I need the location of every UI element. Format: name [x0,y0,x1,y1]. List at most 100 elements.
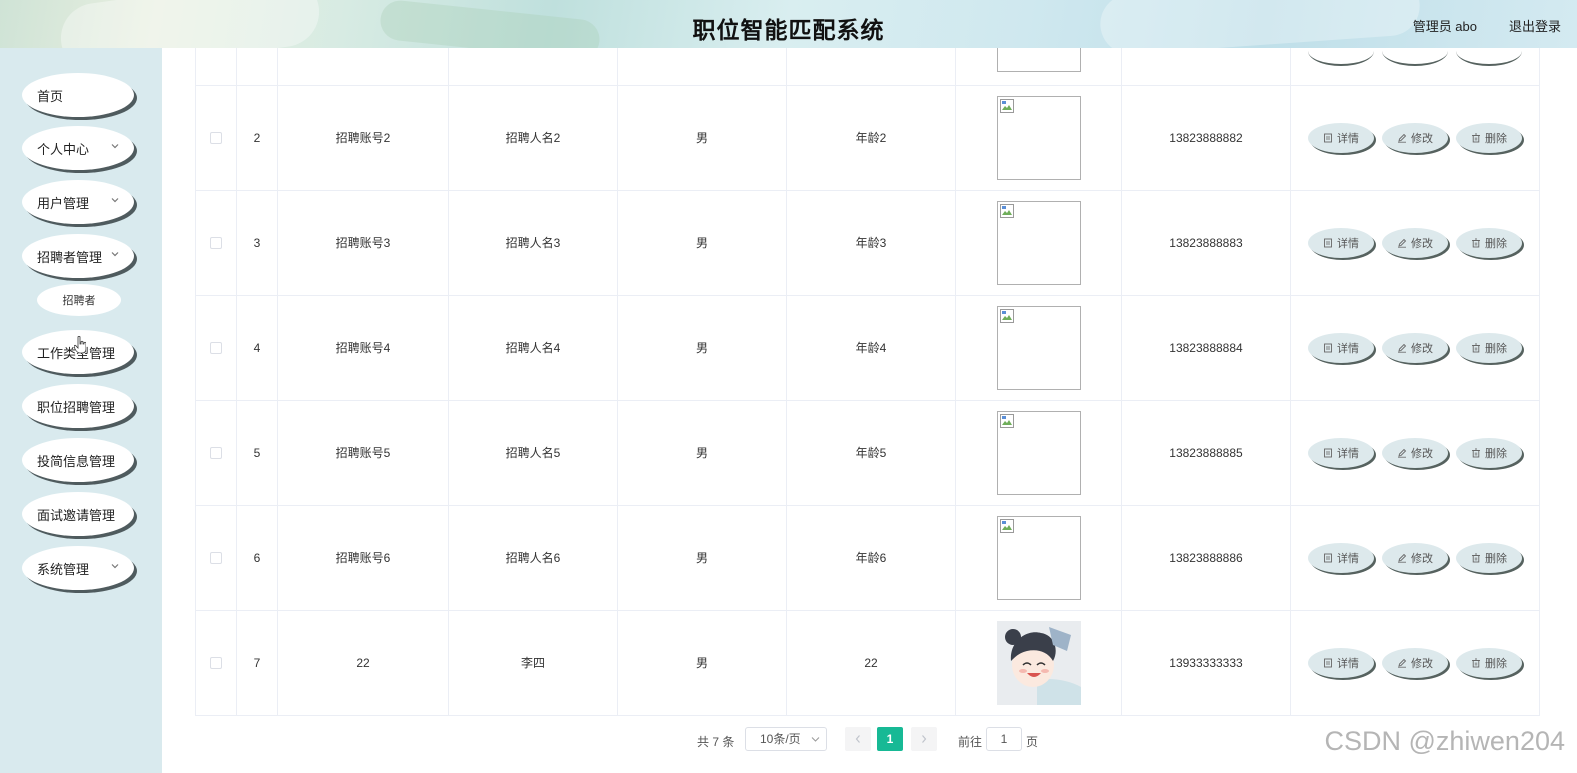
delete-label: 删除 [1485,342,1507,355]
sidebar-item-label: 职位招聘管理 [37,399,116,415]
trash-icon [1472,553,1480,562]
sidebar-item-recruiter-management[interactable]: 招聘者管理 [22,234,134,278]
photo-thumbnail [996,620,1081,705]
table-row: 4 招聘账号4 招聘人名4 男年龄4 13823888884 详情 修改 删除 [195,294,1540,401]
trash-icon [1472,133,1480,142]
cell-age: 年龄3 [786,189,956,296]
cell-gender: 男 [617,84,787,191]
detail-label: 详情 [1337,657,1359,670]
detail-button[interactable]: 详情 [1308,332,1374,363]
cell-phone: 13823888883 [1121,189,1291,296]
table-row: 2 招聘账号2 招聘人名2 男年龄2 13823888882 详情 修改 删除 [195,84,1540,191]
edit-icon [1398,343,1407,353]
page-size-value: 10条/页 [760,732,801,746]
broken-image-icon [999,518,1014,533]
sidebar-item-home[interactable]: 首页 [22,73,134,117]
sidebar: 首页 个人中心 用户管理 招聘者管理 招聘者 工作类型管理 职位招聘管理 投简信… [0,48,162,773]
sidebar-item-label: 用户管理 [37,195,90,211]
sidebar-item-interview-invitation-management[interactable]: 面试邀请管理 [22,492,134,536]
page-suffix-label: 页 [1026,735,1039,749]
cell-phone: 13823888882 [1121,84,1291,191]
document-icon [1324,238,1332,247]
cell-index: 4 [236,294,278,401]
detail-button[interactable]: 详情 [1308,227,1374,258]
row-checkbox[interactable] [210,447,222,460]
trash-icon [1472,343,1480,352]
row-checkbox[interactable] [210,132,222,145]
prev-page-button[interactable] [845,727,871,751]
cell-age: 年龄5 [786,399,956,506]
page-size-select[interactable]: 10条/页 [745,727,827,751]
edit-label: 修改 [1411,657,1433,670]
next-page-button[interactable] [911,727,937,751]
edit-label: 修改 [1411,342,1433,355]
delete-button[interactable]: 删除 [1456,122,1522,153]
photo-thumbnail [996,95,1081,180]
page-number-current[interactable]: 1 [877,727,903,751]
hand-cursor-icon [74,336,86,354]
delete-button[interactable]: 删除 [1456,332,1522,363]
broken-image-icon [999,98,1014,113]
sidebar-item-label: 招聘者管理 [37,249,103,265]
edit-button[interactable]: 修改 [1382,647,1448,678]
delete-label: 删除 [1485,132,1507,145]
row-checkbox[interactable] [210,552,222,565]
cell-phone: 13823888885 [1121,399,1291,506]
edit-label: 修改 [1411,237,1433,250]
sidebar-item-system-management[interactable]: 系统管理 [22,546,134,590]
detail-button[interactable]: 详情 [1308,437,1374,468]
broken-image-icon [999,413,1014,428]
document-icon [1324,448,1332,457]
photo-thumbnail [996,410,1081,495]
delete-button[interactable]: 删除 [1456,227,1522,258]
chevron-down-icon [111,144,119,149]
delete-label: 删除 [1485,657,1507,670]
logout-link[interactable]: 退出登录 [1509,16,1561,35]
photo-thumbnail [996,515,1081,600]
detail-label: 详情 [1337,237,1359,250]
row-checkbox[interactable] [210,237,222,250]
detail-button[interactable]: 详情 [1308,647,1374,678]
cell-age: 年龄2 [786,84,956,191]
row-actions: 详情 修改 删除 [1291,437,1539,468]
cell-index: 5 [236,399,278,506]
row-actions: 详情 修改 删除 [1291,542,1539,573]
cell-age: 22 [786,609,956,716]
cell-gender: 男 [617,294,787,401]
cell-name: 招聘人名5 [448,399,618,506]
avatar-image [996,620,1081,705]
detail-label: 详情 [1337,447,1359,460]
row-checkbox[interactable] [210,342,222,355]
data-table: 2 招聘账号2 招聘人名2 男年龄2 13823888882 详情 修改 删除 3 招聘账号3 招聘… [195,48,1540,716]
submenu-item-recruiter[interactable]: 招聘者 [37,284,121,316]
delete-button[interactable]: 删除 [1456,647,1522,678]
document-icon [1324,658,1332,667]
edit-button[interactable]: 修改 [1382,437,1448,468]
edit-button[interactable]: 修改 [1382,332,1448,363]
row-checkbox[interactable] [210,657,222,670]
trash-icon [1472,658,1480,667]
delete-label: 删除 [1485,552,1507,565]
detail-label: 详情 [1337,132,1359,145]
sidebar-item-user-management[interactable]: 用户管理 [22,180,134,224]
sidebar-item-job-posting-management[interactable]: 职位招聘管理 [22,384,134,428]
chevron-left-icon [855,735,860,743]
goto-label: 前往 [958,735,983,749]
edit-icon [1398,658,1407,668]
delete-button[interactable]: 删除 [1456,437,1522,468]
sidebar-item-personal-center[interactable]: 个人中心 [22,126,134,170]
detail-button[interactable]: 详情 [1308,122,1374,153]
edit-button[interactable]: 修改 [1382,122,1448,153]
delete-button[interactable]: 删除 [1456,542,1522,573]
edit-icon [1398,133,1407,143]
sidebar-item-resume-management[interactable]: 投简信息管理 [22,438,134,482]
cell-phone: 13933333333 [1121,609,1291,716]
row-actions: 详情 修改 删除 [1291,227,1539,258]
cell-phone: 13823888884 [1121,294,1291,401]
edit-button[interactable]: 修改 [1382,542,1448,573]
cell-age: 年龄6 [786,504,956,611]
edit-button[interactable]: 修改 [1382,227,1448,258]
detail-button[interactable]: 详情 [1308,542,1374,573]
document-icon [1324,133,1332,142]
goto-page-input[interactable] [986,727,1022,751]
